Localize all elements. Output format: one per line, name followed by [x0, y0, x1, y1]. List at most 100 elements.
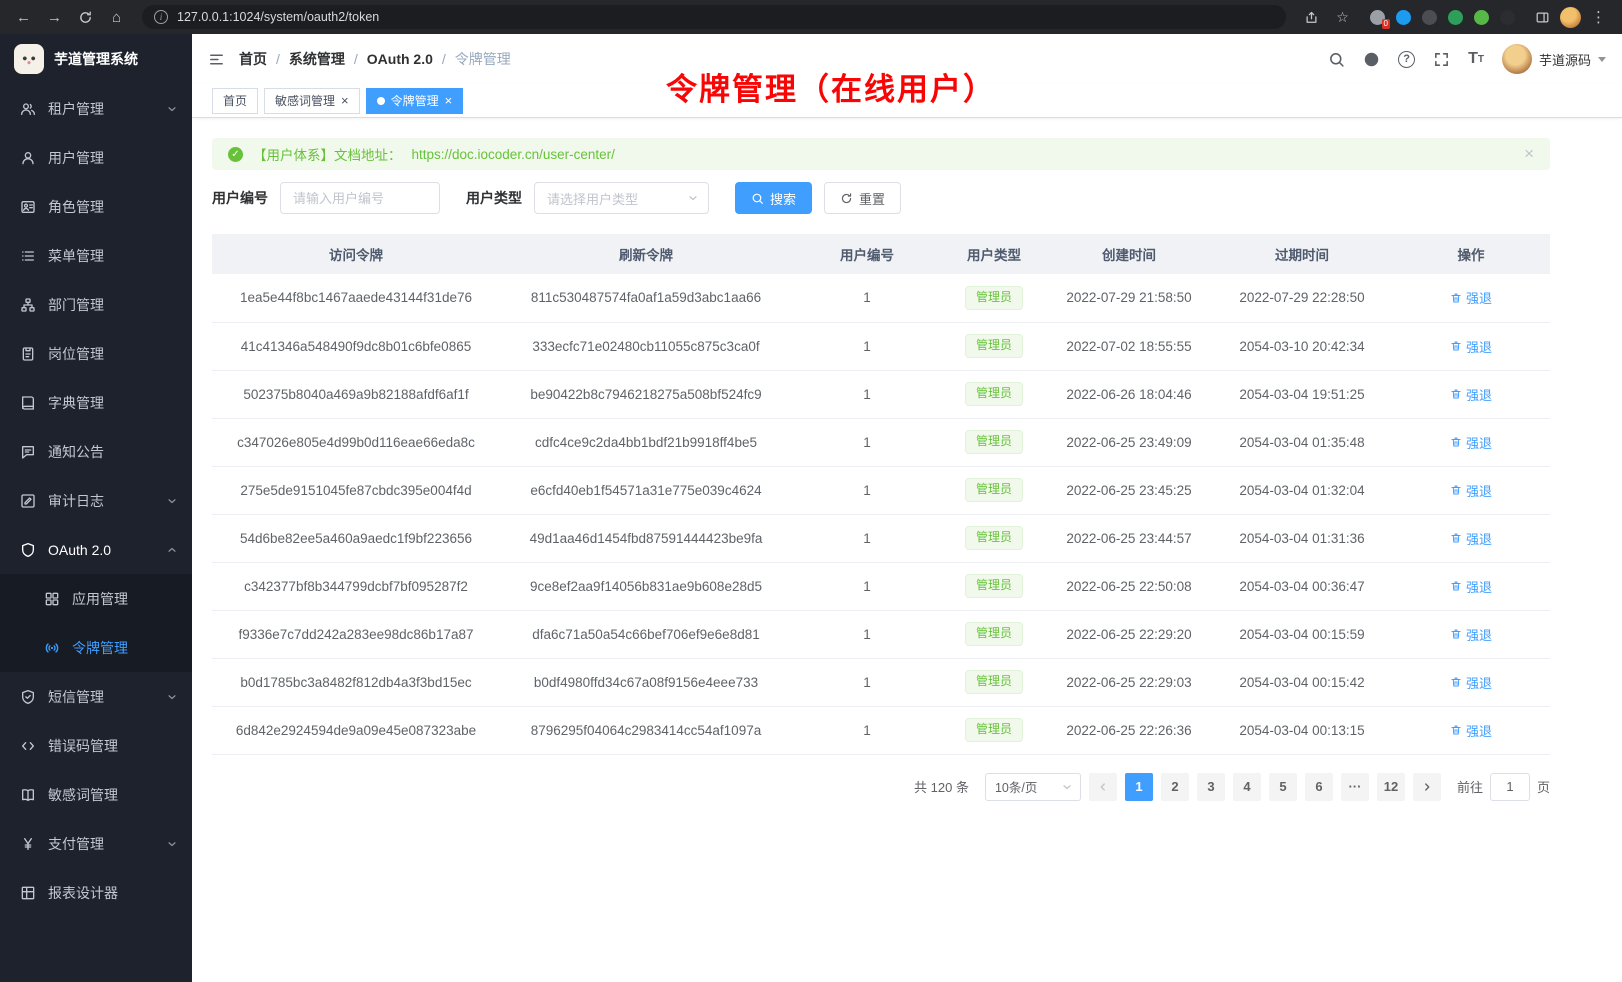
browser-reload-button[interactable] — [72, 4, 99, 31]
doc-link[interactable]: https://doc.iocoder.cn/user-center/ — [412, 147, 615, 162]
sidebar-item-oauth2-token[interactable]: 令牌管理 — [0, 623, 192, 672]
sidebar-item-tenant[interactable]: 租户管理 — [0, 84, 192, 133]
prev-page-button[interactable] — [1089, 773, 1117, 801]
force-logout-label: 强退 — [1466, 577, 1492, 596]
search-button[interactable]: 搜索 — [735, 182, 812, 214]
force-logout-button[interactable]: 强退 — [1450, 529, 1492, 548]
extension-icon[interactable] — [1396, 10, 1411, 25]
browser-forward-button[interactable]: → — [41, 4, 68, 31]
cell-expire-time: 2054-03-04 00:13:15 — [1212, 706, 1392, 754]
tab-token[interactable]: 令牌管理× — [366, 88, 464, 114]
share-icon[interactable] — [1298, 4, 1325, 31]
page-button-2[interactable]: 2 — [1161, 773, 1189, 801]
tab-sensitive-word[interactable]: 敏感词管理× — [264, 88, 360, 114]
col-user-id: 用户编号 — [792, 234, 942, 274]
force-logout-button[interactable]: 强退 — [1450, 433, 1492, 452]
extension-icon[interactable]: 0 — [1370, 10, 1385, 25]
breadcrumb-item-home[interactable]: 首页 — [239, 49, 267, 69]
sidebar-item-payment[interactable]: 支付管理 — [0, 819, 192, 868]
force-logout-button[interactable]: 强退 — [1450, 721, 1492, 740]
browser-profile-avatar[interactable] — [1560, 7, 1581, 28]
force-logout-label: 强退 — [1466, 721, 1492, 740]
cell-expire-time: 2054-03-04 00:36:47 — [1212, 562, 1392, 610]
token-table: 访问令牌 刷新令牌 用户编号 用户类型 创建时间 过期时间 操作 1ea5e44… — [212, 234, 1550, 755]
cell-user-type: 管理员 — [942, 322, 1046, 370]
alert-close-icon[interactable]: × — [1524, 144, 1534, 164]
sidebar-item-dict[interactable]: 字典管理 — [0, 378, 192, 427]
page-button-5[interactable]: 5 — [1269, 773, 1297, 801]
tab-home[interactable]: 首页 — [212, 88, 258, 114]
force-logout-label: 强退 — [1466, 385, 1492, 404]
help-icon[interactable]: ? — [1398, 51, 1415, 68]
next-page-button[interactable] — [1413, 773, 1441, 801]
user-menu[interactable]: 芋道源码 — [1502, 44, 1606, 74]
force-logout-button[interactable]: 强退 — [1450, 288, 1492, 307]
extension-icon[interactable] — [1474, 10, 1489, 25]
browser-back-button[interactable]: ← — [10, 4, 37, 31]
cell-access-token: 54d6be82ee5a460a9aedc1f9bf223656 — [212, 514, 500, 562]
user-id-input[interactable] — [280, 182, 440, 214]
sidebar-item-error-code[interactable]: 错误码管理 — [0, 721, 192, 770]
sidebar-item-audit-log[interactable]: 审计日志 — [0, 476, 192, 525]
extension-icon[interactable] — [1422, 10, 1437, 25]
user-type-badge: 管理员 — [965, 430, 1023, 454]
sidebar-item-oauth2-app[interactable]: 应用管理 — [0, 574, 192, 623]
app-logo[interactable]: 芋道管理系统 — [0, 34, 192, 84]
force-logout-button[interactable]: 强退 — [1450, 481, 1492, 500]
browser-menu-icon[interactable]: ⋮ — [1585, 4, 1612, 31]
table-row: 275e5de9151045fe87cbdc395e004f4d e6cfd40… — [212, 466, 1550, 514]
yen-icon — [20, 836, 36, 852]
page-button-1[interactable]: 1 — [1125, 773, 1153, 801]
sidebar-item-report-designer[interactable]: 报表设计器 — [0, 868, 192, 917]
search-icon[interactable] — [1328, 51, 1345, 68]
page-button-last[interactable]: 12 — [1377, 773, 1405, 801]
sidebar-item-post[interactable]: 岗位管理 — [0, 329, 192, 378]
address-bar[interactable]: i 127.0.0.1:1024/system/oauth2/token — [142, 5, 1286, 29]
side-panel-icon[interactable] — [1529, 4, 1556, 31]
extension-icon[interactable] — [1448, 10, 1463, 25]
cell-actions: 强退 — [1392, 418, 1550, 466]
page-button-3[interactable]: 3 — [1197, 773, 1225, 801]
browser-home-button[interactable]: ⌂ — [103, 4, 130, 31]
book-icon — [20, 395, 36, 411]
sidebar-item-user[interactable]: 用户管理 — [0, 133, 192, 182]
site-info-icon[interactable]: i — [154, 10, 168, 24]
sidebar-item-oauth2[interactable]: OAuth 2.0 — [0, 525, 192, 574]
force-logout-button[interactable]: 强退 — [1450, 385, 1492, 404]
pagination-total: 共 120 条 — [914, 777, 969, 796]
force-logout-button[interactable]: 强退 — [1450, 337, 1492, 356]
chevron-right-icon — [1421, 781, 1433, 793]
force-logout-button[interactable]: 强退 — [1450, 673, 1492, 692]
close-icon[interactable]: × — [341, 94, 349, 107]
sidebar-item-role[interactable]: 角色管理 — [0, 182, 192, 231]
bookmark-star-icon[interactable]: ☆ — [1329, 4, 1356, 31]
table-row: 54d6be82ee5a460a9aedc1f9bf223656 49d1aa4… — [212, 514, 1550, 562]
sidebar-item-notice[interactable]: 通知公告 — [0, 427, 192, 476]
reset-button[interactable]: 重置 — [824, 182, 901, 214]
fullscreen-icon[interactable] — [1433, 51, 1450, 68]
sidebar-item-sensitive-word[interactable]: 敏感词管理 — [0, 770, 192, 819]
sidebar-collapse-button[interactable] — [208, 51, 225, 68]
force-logout-button[interactable]: 强退 — [1450, 577, 1492, 596]
sidebar-item-sms[interactable]: 短信管理 — [0, 672, 192, 721]
font-size-icon[interactable]: TT — [1468, 50, 1484, 68]
close-icon[interactable]: × — [445, 94, 453, 107]
extension-icon[interactable] — [1500, 10, 1515, 25]
goto-page-input[interactable] — [1490, 773, 1530, 801]
github-icon[interactable] — [1363, 51, 1380, 68]
reset-button-label: 重置 — [859, 189, 885, 208]
page-size-select[interactable]: 10条/页 — [985, 773, 1081, 801]
page-button-6[interactable]: 6 — [1305, 773, 1333, 801]
sidebar-item-label: 岗位管理 — [48, 344, 178, 364]
user-type-select[interactable]: 请选择用户类型 — [534, 182, 709, 214]
sidebar-item-menu[interactable]: 菜单管理 — [0, 231, 192, 280]
sidebar-item-dept[interactable]: 部门管理 — [0, 280, 192, 329]
page-button-4[interactable]: 4 — [1233, 773, 1261, 801]
user-type-badge: 管理员 — [965, 286, 1023, 310]
page-size-value: 10条/页 — [995, 777, 1037, 796]
pagination-ellipsis[interactable]: ··· — [1341, 773, 1369, 801]
breadcrumb-item-oauth2[interactable]: OAuth 2.0 — [367, 51, 433, 67]
chevron-down-icon — [166, 691, 178, 703]
force-logout-button[interactable]: 强退 — [1450, 625, 1492, 644]
breadcrumb-item-system[interactable]: 系统管理 — [289, 49, 345, 69]
